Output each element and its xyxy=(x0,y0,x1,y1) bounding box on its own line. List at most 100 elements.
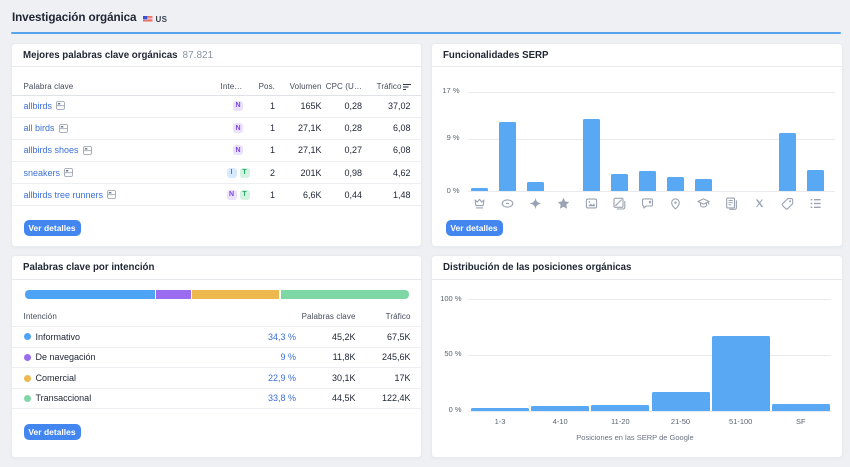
cell-keyword: allbirds xyxy=(24,95,66,116)
keyword-link[interactable]: allbirds shoes xyxy=(24,145,79,155)
chart-bar[interactable] xyxy=(471,408,529,411)
keywords-details-button[interactable]: Ver detalles xyxy=(24,220,81,236)
chart-gridline xyxy=(468,92,835,93)
serp-snapshot-icon[interactable] xyxy=(56,101,65,110)
chart-bar[interactable] xyxy=(807,170,824,191)
intent-badge-N: N xyxy=(233,101,243,111)
y-axis-label: 50 % xyxy=(422,349,462,358)
serp-feature-icon-link[interactable] xyxy=(501,197,514,210)
panel-title: Palabras clave por intención xyxy=(23,262,154,273)
page-title: Investigación orgánica xyxy=(12,11,136,24)
keyword-link[interactable]: allbirds tree runners xyxy=(24,190,104,200)
chart-bar[interactable] xyxy=(652,392,710,411)
chart-bar[interactable] xyxy=(695,179,712,191)
chart-bar[interactable] xyxy=(667,177,684,191)
chart-gridline xyxy=(468,411,831,412)
intent-traffic: 67,5K xyxy=(387,327,411,347)
col-traffic-label: Tráfico xyxy=(377,82,402,91)
intent-percent-link[interactable]: 33,8 % xyxy=(268,389,296,408)
chart-bar[interactable] xyxy=(527,182,544,192)
panel-positions-distribution: Distribución de las posiciones orgánicas… xyxy=(431,255,843,458)
chart-gridline xyxy=(468,355,831,356)
intent-traffic: 17K xyxy=(394,368,410,388)
intent-keywords: 11,8K xyxy=(333,348,356,368)
serp-feature-icon-image-pack[interactable] xyxy=(613,197,626,210)
chart-bar[interactable] xyxy=(639,171,656,191)
serp-feature-icon-knowledge[interactable] xyxy=(697,197,710,210)
serp-feature-icon-twitter[interactable] xyxy=(753,197,766,210)
chart-bar[interactable] xyxy=(611,174,628,191)
x-tick-label: 11-20 xyxy=(590,417,650,426)
chart-gridline xyxy=(468,299,831,300)
x-axis-title: Posiciones en las SERP de Google xyxy=(454,433,817,442)
keyword-link[interactable]: allbirds xyxy=(24,101,53,111)
col-intent[interactable]: Inte… xyxy=(221,78,243,96)
intent-badge-I: I xyxy=(227,168,237,178)
y-axis-label: 0 % xyxy=(420,186,460,195)
serp-feature-icon-star[interactable] xyxy=(557,197,570,210)
keywords-count: 87.821 xyxy=(183,50,214,61)
y-axis-label: 100 % xyxy=(422,294,462,303)
positions-chart: 0 %50 %100 %1-34-1011-2021-5051-100SFPos… xyxy=(432,256,842,457)
serp-snapshot-icon[interactable] xyxy=(83,146,92,155)
col-volume[interactable]: Volumen xyxy=(290,78,322,96)
intent-keywords: 30,1K xyxy=(332,368,356,388)
intent-percent-link[interactable]: 22,9 % xyxy=(268,368,296,388)
cell-traffic: 1,48 xyxy=(393,184,411,205)
cell-volume: 201K xyxy=(300,162,321,183)
intent-percent-link[interactable]: 9 % xyxy=(280,348,296,368)
keyword-row: all birdsN127,1K0,286,08 xyxy=(12,118,422,140)
keyword-link[interactable]: sneakers xyxy=(24,168,61,178)
serp-feature-icon-reviews[interactable] xyxy=(641,197,654,210)
serp-feature-icon-featured-snippet[interactable] xyxy=(473,197,486,210)
col-keywords: Palabras clave xyxy=(302,306,356,326)
serp-snapshot-icon[interactable] xyxy=(59,124,68,133)
chart-bar[interactable] xyxy=(499,122,516,191)
col-cpc[interactable]: CPC (U… xyxy=(326,78,362,96)
chart-bar[interactable] xyxy=(712,336,770,411)
keyword-row: allbirds shoesN127,1K0,276,08 xyxy=(12,140,422,162)
intent-details-button[interactable]: Ver detalles xyxy=(24,424,81,440)
intent-percent-link[interactable]: 34,3 % xyxy=(268,327,296,347)
keyword-link[interactable]: all birds xyxy=(24,123,55,133)
chart-bar[interactable] xyxy=(471,188,488,191)
chart-bar[interactable] xyxy=(779,133,796,191)
intent-color-dot xyxy=(24,333,31,340)
chart-bar[interactable] xyxy=(583,119,600,191)
cell-traffic: 6,08 xyxy=(393,118,411,139)
panel-serp-features: Funcionalidades SERP 0 %9 %17 % Ver deta… xyxy=(431,43,843,247)
serp-feature-icon-shopping-tag[interactable] xyxy=(781,197,794,210)
panel-title: Mejores palabras clave orgánicas xyxy=(23,50,178,61)
intent-badge-N: N xyxy=(227,190,237,200)
x-tick-label: 51-100 xyxy=(711,417,771,426)
serp-feature-icon-sitelinks[interactable] xyxy=(809,197,822,210)
serp-details-button[interactable]: Ver detalles xyxy=(446,220,503,236)
chart-gridline xyxy=(468,191,835,192)
col-traffic[interactable]: Tráfico xyxy=(377,78,411,96)
cell-keyword: allbirds tree runners xyxy=(24,184,117,205)
chart-bar[interactable] xyxy=(531,406,589,410)
serp-feature-icon-image[interactable] xyxy=(585,197,598,210)
cell-cpc: 0,44 xyxy=(344,184,362,205)
col-intent: Intención xyxy=(24,306,57,326)
cell-keyword: sneakers xyxy=(24,162,74,183)
chart-bar[interactable] xyxy=(591,405,649,410)
intent-segment-1 xyxy=(156,290,190,299)
panel-top-keywords: Mejores palabras clave orgánicas 87.821 … xyxy=(11,43,423,247)
cell-cpc: 0,98 xyxy=(344,162,362,183)
chart-bar[interactable] xyxy=(772,404,830,411)
col-pos[interactable]: Pos. xyxy=(259,78,275,96)
serp-feature-icon-sparkle[interactable] xyxy=(529,197,542,210)
serp-snapshot-icon[interactable] xyxy=(64,168,73,177)
intent-label: Informativo xyxy=(24,327,81,347)
cell-volume: 27,1K xyxy=(298,118,322,139)
serp-feature-icon-local-pack[interactable] xyxy=(669,197,682,210)
panel-keyword-intent: Palabras clave por intención Intención P… xyxy=(11,255,423,458)
keyword-row: allbirdsN1165K0,2837,02 xyxy=(12,95,422,117)
cell-position: 2 xyxy=(270,162,275,183)
serp-snapshot-icon[interactable] xyxy=(107,190,116,199)
serp-feature-icon-news[interactable] xyxy=(725,197,738,210)
country-label: US xyxy=(156,15,168,24)
serp-features-chart: 0 %9 %17 % xyxy=(432,44,842,246)
col-keyword[interactable]: Palabra clave xyxy=(24,78,74,96)
